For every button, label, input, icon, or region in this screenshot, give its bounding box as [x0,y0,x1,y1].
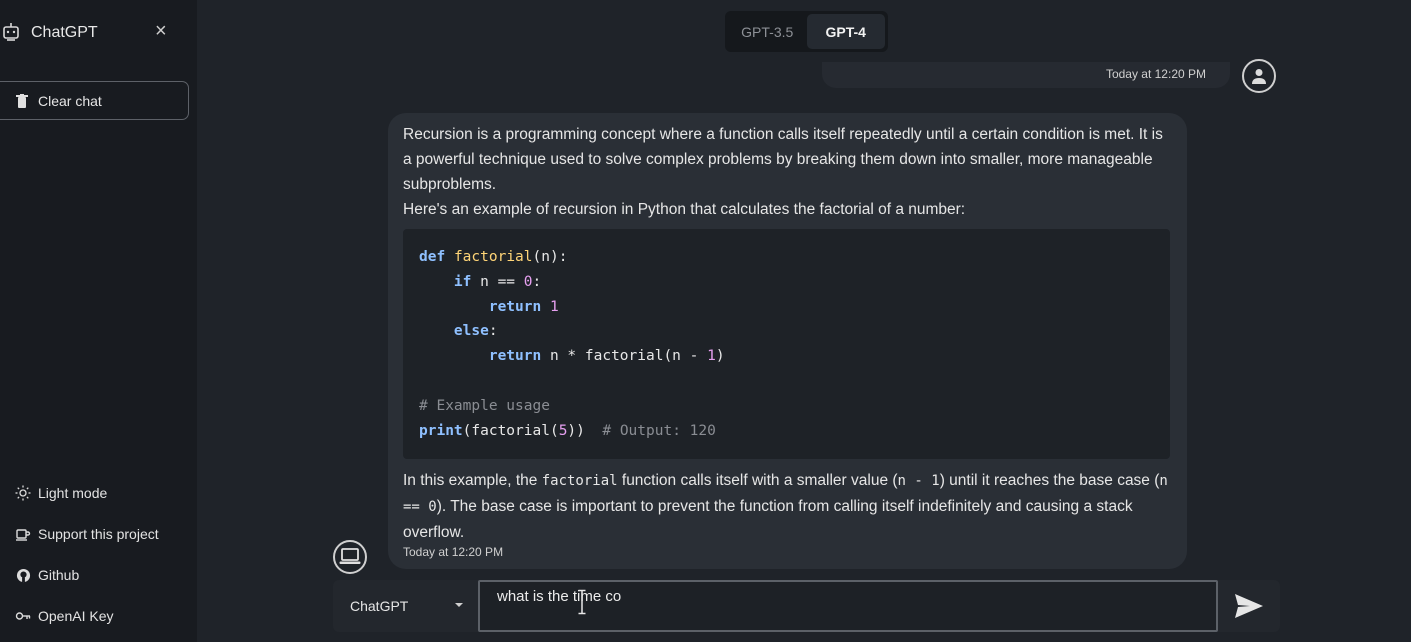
send-icon [1235,594,1263,618]
code-line: if n == 0: [453,273,542,290]
inline-code: factorial [541,473,618,489]
assistant-message-bubble: Recursion is a programming concept where… [388,113,1187,569]
sidebar-header: ChatGPT × [0,20,197,46]
clear-chat-label: Clear chat [38,92,102,109]
send-button[interactable] [1233,591,1265,621]
close-sidebar-button[interactable]: × [155,20,167,43]
code-line: return n * factorial(n - 1) [488,348,725,365]
code-line: print(factorial(5)) # Output: 120 [419,422,716,439]
chat-app: ChatGPT × Clear chat Light mode Support … [0,0,1411,642]
sidebar-item-support[interactable]: Support this project [0,522,197,546]
message-paragraph: Here's an example of recursion in Python… [403,201,966,218]
sidebar-item-label: Github [38,567,80,583]
user-message-bubble: Today at 12:20 PM [822,62,1230,88]
clear-chat-button[interactable]: Clear chat [0,81,189,120]
sidebar-item-label: Light mode [38,485,108,501]
trash-icon [16,93,28,108]
code-line: return 1 [488,298,559,315]
assistant-avatar [333,540,367,574]
message-timestamp: Today at 12:20 PM [1105,67,1206,81]
message-input[interactable] [478,580,1218,632]
sidebar: ChatGPT × Clear chat Light mode Support … [0,0,197,642]
key-icon [15,608,31,624]
code-block: def factorial(n): if n == 0: return 1 el… [403,229,1170,459]
model-toggle: GPT-3.5 GPT-4 [725,11,888,52]
message-timestamp: Today at 12:20 PM [403,545,504,559]
caret-down-icon [455,603,463,607]
assistant-intro: Recursion is a programming concept where… [403,122,1173,222]
model-select-value: ChatGPT [350,598,409,614]
robot-icon [3,23,19,41]
sidebar-item-light-mode[interactable]: Light mode [0,481,197,505]
laptop-icon [339,548,361,564]
sidebar-item-openai-key[interactable]: OpenAI Key [0,604,197,628]
user-icon [1252,69,1266,84]
message-paragraph: Recursion is a programming concept where… [403,126,1163,193]
code-line: else: [453,323,498,340]
sidebar-item-label: OpenAI Key [38,608,114,624]
text-cursor-icon [578,589,586,615]
sidebar-item-github[interactable]: Github [0,563,197,587]
model-option-gpt35[interactable]: GPT-3.5 [728,14,807,49]
cup-icon [15,526,31,542]
user-avatar [1242,59,1276,93]
github-icon [15,567,31,583]
code-line: # Example usage [419,397,550,414]
message-composer: ChatGPT [333,580,1280,632]
sidebar-item-label: Support this project [38,526,159,542]
model-option-gpt4[interactable]: GPT-4 [806,14,885,49]
model-select[interactable]: ChatGPT [333,580,478,632]
app-title: ChatGPT [31,24,98,41]
code-line: def factorial(n): [419,249,568,265]
inline-code: n - 1 [897,473,940,489]
sun-icon [15,485,31,501]
assistant-outro: In this example, the factorial function … [403,472,1168,541]
